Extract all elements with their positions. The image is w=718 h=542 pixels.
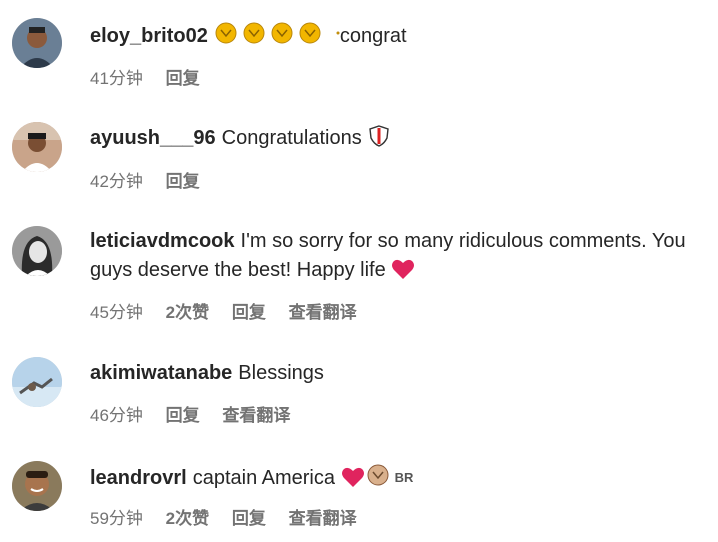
avatar[interactable] bbox=[12, 122, 62, 172]
comment-time: 42分钟 bbox=[90, 172, 143, 191]
comment-meta: 46分钟 回复 查看翻译 bbox=[90, 401, 308, 426]
likes-count[interactable]: 2次赞 bbox=[166, 509, 209, 528]
comment-username[interactable]: akimiwatanabe bbox=[90, 362, 232, 384]
reply-button[interactable]: 回复 bbox=[166, 69, 200, 88]
comment-username[interactable]: eloy_brito02 bbox=[90, 25, 208, 47]
reply-button[interactable]: 回复 bbox=[232, 303, 266, 322]
translate-button[interactable]: 查看翻译 bbox=[289, 303, 357, 322]
comment-body: captain America bbox=[192, 467, 335, 489]
flag-label: BR bbox=[394, 470, 414, 485]
avatar[interactable] bbox=[12, 18, 62, 68]
avatar[interactable] bbox=[12, 357, 62, 407]
comment-meta: 42分钟 回复 bbox=[90, 167, 218, 192]
comment-time: 46分钟 bbox=[90, 406, 143, 425]
reply-button[interactable]: 回复 bbox=[166, 172, 200, 191]
comment-username[interactable]: leticiavdmcook bbox=[90, 230, 235, 252]
reply-button[interactable]: 回复 bbox=[232, 509, 266, 528]
heart-icon bbox=[391, 258, 415, 289]
comment-meta: 41分钟 回复 bbox=[90, 64, 218, 89]
comment-meta: 59分钟 2次赞 回复 查看翻译 bbox=[90, 504, 375, 529]
heart-icon bbox=[341, 466, 365, 497]
likes-count[interactable]: 2次赞 bbox=[166, 303, 209, 322]
comment-meta: 45分钟 2次赞 回复 查看翻译 bbox=[90, 298, 375, 323]
comment-text: akimiwatanabe Blessings bbox=[90, 359, 702, 388]
comment-text: ayuush___96 Congratulations bbox=[90, 124, 702, 157]
reply-button[interactable]: 回复 bbox=[166, 406, 200, 425]
comment-body: Blessings bbox=[238, 362, 324, 384]
comment-time: 41分钟 bbox=[90, 69, 143, 88]
comment-body: Congratulations bbox=[221, 127, 362, 149]
comment-body: congrat bbox=[339, 25, 407, 47]
comment-time: 59分钟 bbox=[90, 509, 143, 528]
comment-text: leandrovrl captain America BR bbox=[90, 462, 702, 497]
comment-text: leticiavdmcook I'm so sorry for so many r… bbox=[90, 227, 702, 289]
clap-icon bbox=[214, 20, 340, 55]
clap-icon bbox=[365, 462, 391, 497]
comment-time: 45分钟 bbox=[90, 303, 143, 322]
avatar[interactable] bbox=[12, 461, 62, 511]
translate-button[interactable]: 查看翻译 bbox=[289, 509, 357, 528]
translate-button[interactable]: 查看翻译 bbox=[222, 406, 290, 425]
avatar[interactable] bbox=[12, 226, 62, 276]
shield-icon bbox=[367, 124, 391, 157]
comment-text: eloy_brito02 congrat bbox=[90, 20, 702, 55]
comment-username[interactable]: leandrovrl bbox=[90, 467, 187, 489]
comment-username[interactable]: ayuush___96 bbox=[90, 127, 216, 149]
